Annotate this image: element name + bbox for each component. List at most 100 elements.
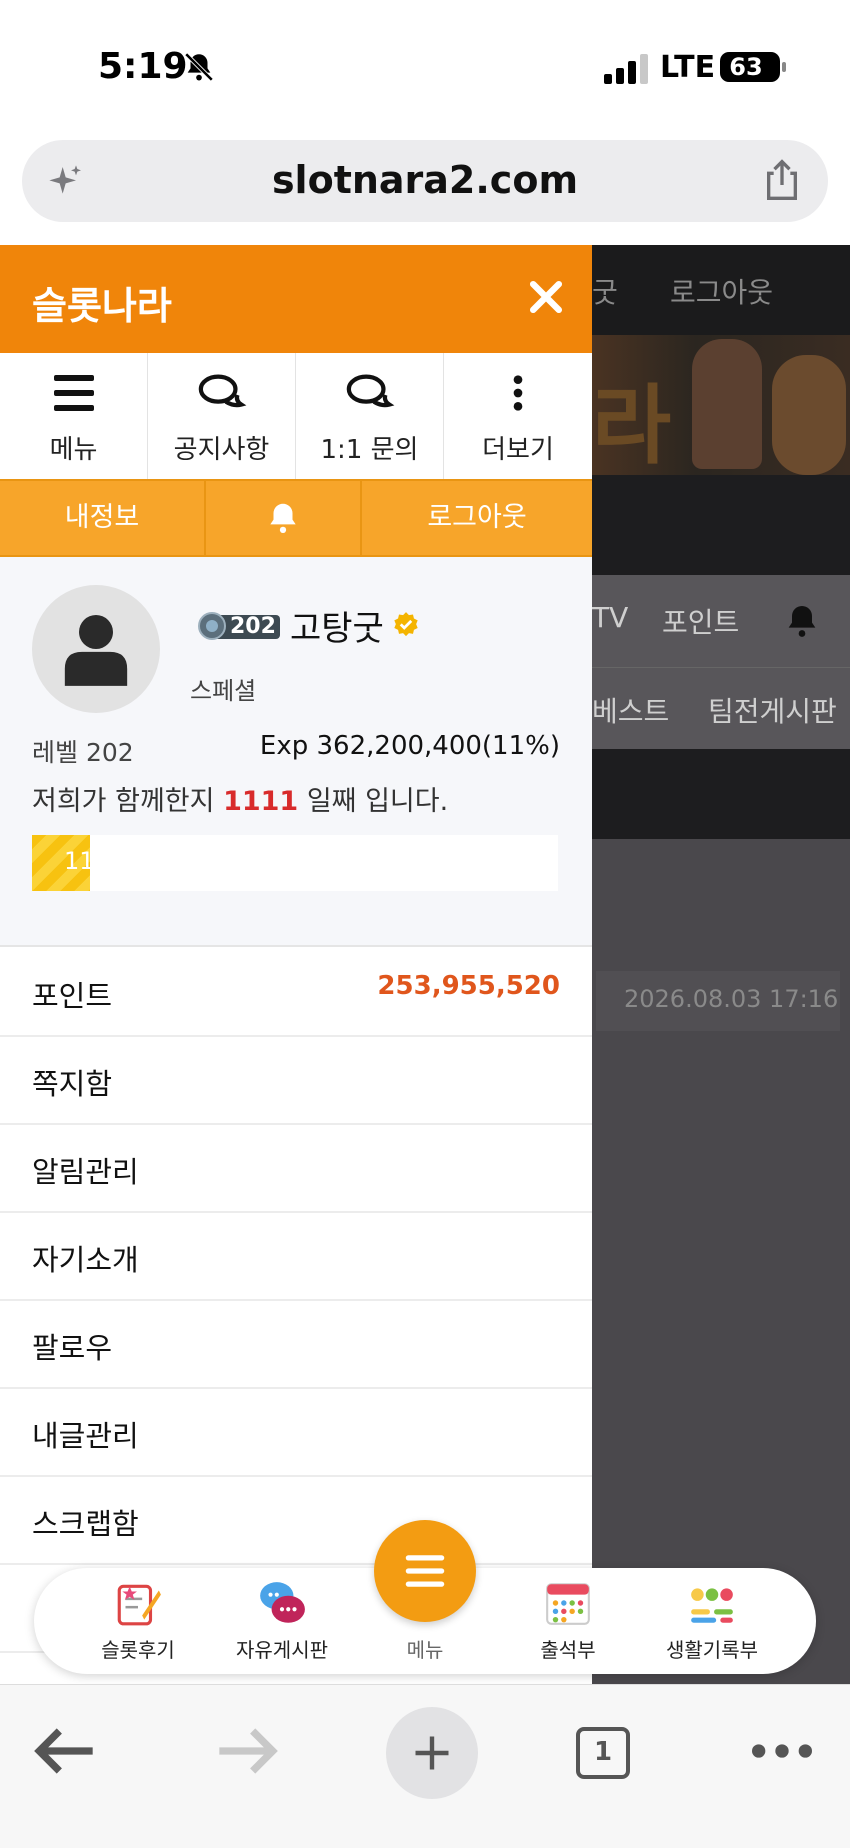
chat-bubbles-icon [346,374,394,408]
bottom-nav-attendance[interactable]: 출석부 [498,1568,638,1674]
bg-character-2 [772,355,846,475]
menu-item-messages[interactable]: 쪽지함 [0,1037,592,1125]
bg-logout: 로그아웃 [670,276,774,309]
background-nav-1: TV 포인트 [592,575,850,667]
my-info-button[interactable]: 내정보 [0,481,206,555]
menu-item-scrap[interactable]: 스크랩함 [0,1477,592,1565]
level-text: 레벨 202 [32,738,134,767]
menu-item-label: 쪽지함 [32,1067,113,1101]
back-arrow-icon[interactable] [26,1711,106,1791]
signal-icon [604,54,648,84]
logout-button[interactable]: 로그아웃 [362,481,592,555]
notification-button[interactable] [206,481,362,555]
avatar[interactable] [32,585,160,713]
bell-icon [788,606,816,637]
bottom-nav-label: 슬롯후기 [101,1638,175,1662]
status-time: 5:19 [98,46,188,87]
bg-nav-team: 팀전게시판 [708,695,837,728]
account-action-bar: 내정보 로그아웃 [0,479,592,557]
menu-item-label: 알림관리 [32,1155,139,1189]
exp-progress-label: 11 [64,847,95,875]
share-icon[interactable] [762,158,802,202]
menu-item-point[interactable]: 포인트 253,955,520 [0,949,592,1037]
calendar-icon [546,1583,590,1625]
menu-item-label: 자기소개 [32,1243,139,1277]
quick-menu-item-more[interactable]: 더보기 [444,353,592,479]
bg-top-partial: 굿 [592,276,618,309]
chat-bubbles-icon [198,374,246,408]
bg-character-1 [692,339,762,469]
bell-muted-icon [184,52,214,82]
background-header: 굿 로그아웃 [592,245,850,335]
emoji-faces-icon [691,1588,733,1623]
quick-menu-item-notice[interactable]: 공지사항 [148,353,296,479]
notepad-icon [117,1584,161,1626]
bottom-nav-label: 출석부 [540,1638,596,1662]
user-grade: 스페셜 [190,677,257,705]
browser-toolbar: 1 [0,1684,850,1848]
menu-item-follow[interactable]: 팔로우 [0,1301,592,1389]
speech-bubbles-icon [260,1582,305,1623]
days-count: 1111 [223,786,299,817]
battery-level: 63 [729,53,763,81]
hamburger-icon [53,375,94,411]
profile-card: 202 고탕굿 스페셜 레벨 202 Exp 362,200,400(11%) … [0,557,592,947]
side-drawer: 슬롯나라 메뉴 공지사항 1:1 문의 더보기 내정보 로그아웃 202 고탕굿… [0,245,592,1685]
days-suffix: 일째 입니다. [306,786,449,817]
menu-item-label: 스크랩함 [32,1507,139,1541]
bottom-nav-slot-review[interactable]: 슬롯후기 [68,1568,208,1674]
quick-menu-label: 공지사항 [173,435,270,465]
close-icon[interactable] [524,275,568,319]
bg-nav-best: 베스트 [592,695,670,728]
membership-days: 저희가 함께한지 1111 일째 입니다. [32,779,448,818]
quick-menu: 메뉴 공지사항 1:1 문의 더보기 [0,353,592,479]
exp-progress-bar: 11 [32,835,558,891]
menu-item-label: 팔로우 [32,1331,113,1365]
url-text[interactable]: slotnara2.com [22,158,828,202]
background-date-row: 2026.08.03 17:16 [596,971,840,1031]
menu-fab-button[interactable] [374,1520,476,1622]
quick-menu-item-menu[interactable]: 메뉴 [0,353,148,479]
username[interactable]: 고탕굿 [290,601,384,650]
battery-icon: 63 [720,52,786,82]
more-dots-icon[interactable] [742,1711,822,1791]
level-badge: 202 [198,607,282,645]
bg-date: 2026.08.03 17:16 [624,985,839,1013]
tabs-button[interactable]: 1 [576,1727,630,1779]
bell-icon [270,503,296,534]
menu-item-label: 내글관리 [32,1419,139,1453]
menu-item-label: 포인트 [32,979,113,1013]
point-value: 253,955,520 [377,971,560,1001]
menu-item-notification-settings[interactable]: 알림관리 [0,1125,592,1213]
quick-menu-item-inquiry[interactable]: 1:1 문의 [296,353,444,479]
vertical-dots-icon [513,375,523,411]
hamburger-icon [405,1555,445,1587]
background-banner: 라 [592,335,850,476]
tab-count: 1 [593,1737,613,1767]
quick-menu-label: 더보기 [482,435,554,465]
plus-icon [415,1736,449,1770]
menu-item-self-intro[interactable]: 자기소개 [0,1213,592,1301]
bottom-nav-label: 자유게시판 [236,1638,328,1662]
user-icon [64,615,128,686]
status-bar: 5:19 LTE 63 [0,0,850,125]
bg-nav-tv: TV [592,601,629,634]
drawer-title: 슬롯나라 [32,284,172,328]
menu-item-my-posts[interactable]: 내글관리 [0,1389,592,1477]
network-type: LTE [660,50,716,85]
new-tab-button[interactable] [386,1707,478,1799]
bottom-nav-life-record[interactable]: 생활기록부 [642,1568,782,1674]
verified-badge-icon [394,612,418,637]
menu-fab-label: 메뉴 [406,1638,444,1662]
bg-nav-point: 포인트 [662,606,740,639]
background-nav-2: 베스트 팀전게시판 [592,667,850,749]
address-bar[interactable]: slotnara2.com [22,140,828,222]
bottom-nav-label: 생활기록부 [666,1638,758,1662]
bg-banner-text: 라 [592,376,672,476]
bottom-nav-free-board[interactable]: 자유게시판 [212,1568,352,1674]
drawer-header: 슬롯나라 [0,245,592,353]
level-badge-number: 202 [230,614,276,639]
exp-text: Exp 362,200,400(11%) [259,731,560,761]
forward-arrow-icon[interactable] [206,1711,286,1791]
background-page: 굿 로그아웃 라 TV 포인트 베스트 팀전게시판 2026.08.03 17:… [592,245,850,1685]
